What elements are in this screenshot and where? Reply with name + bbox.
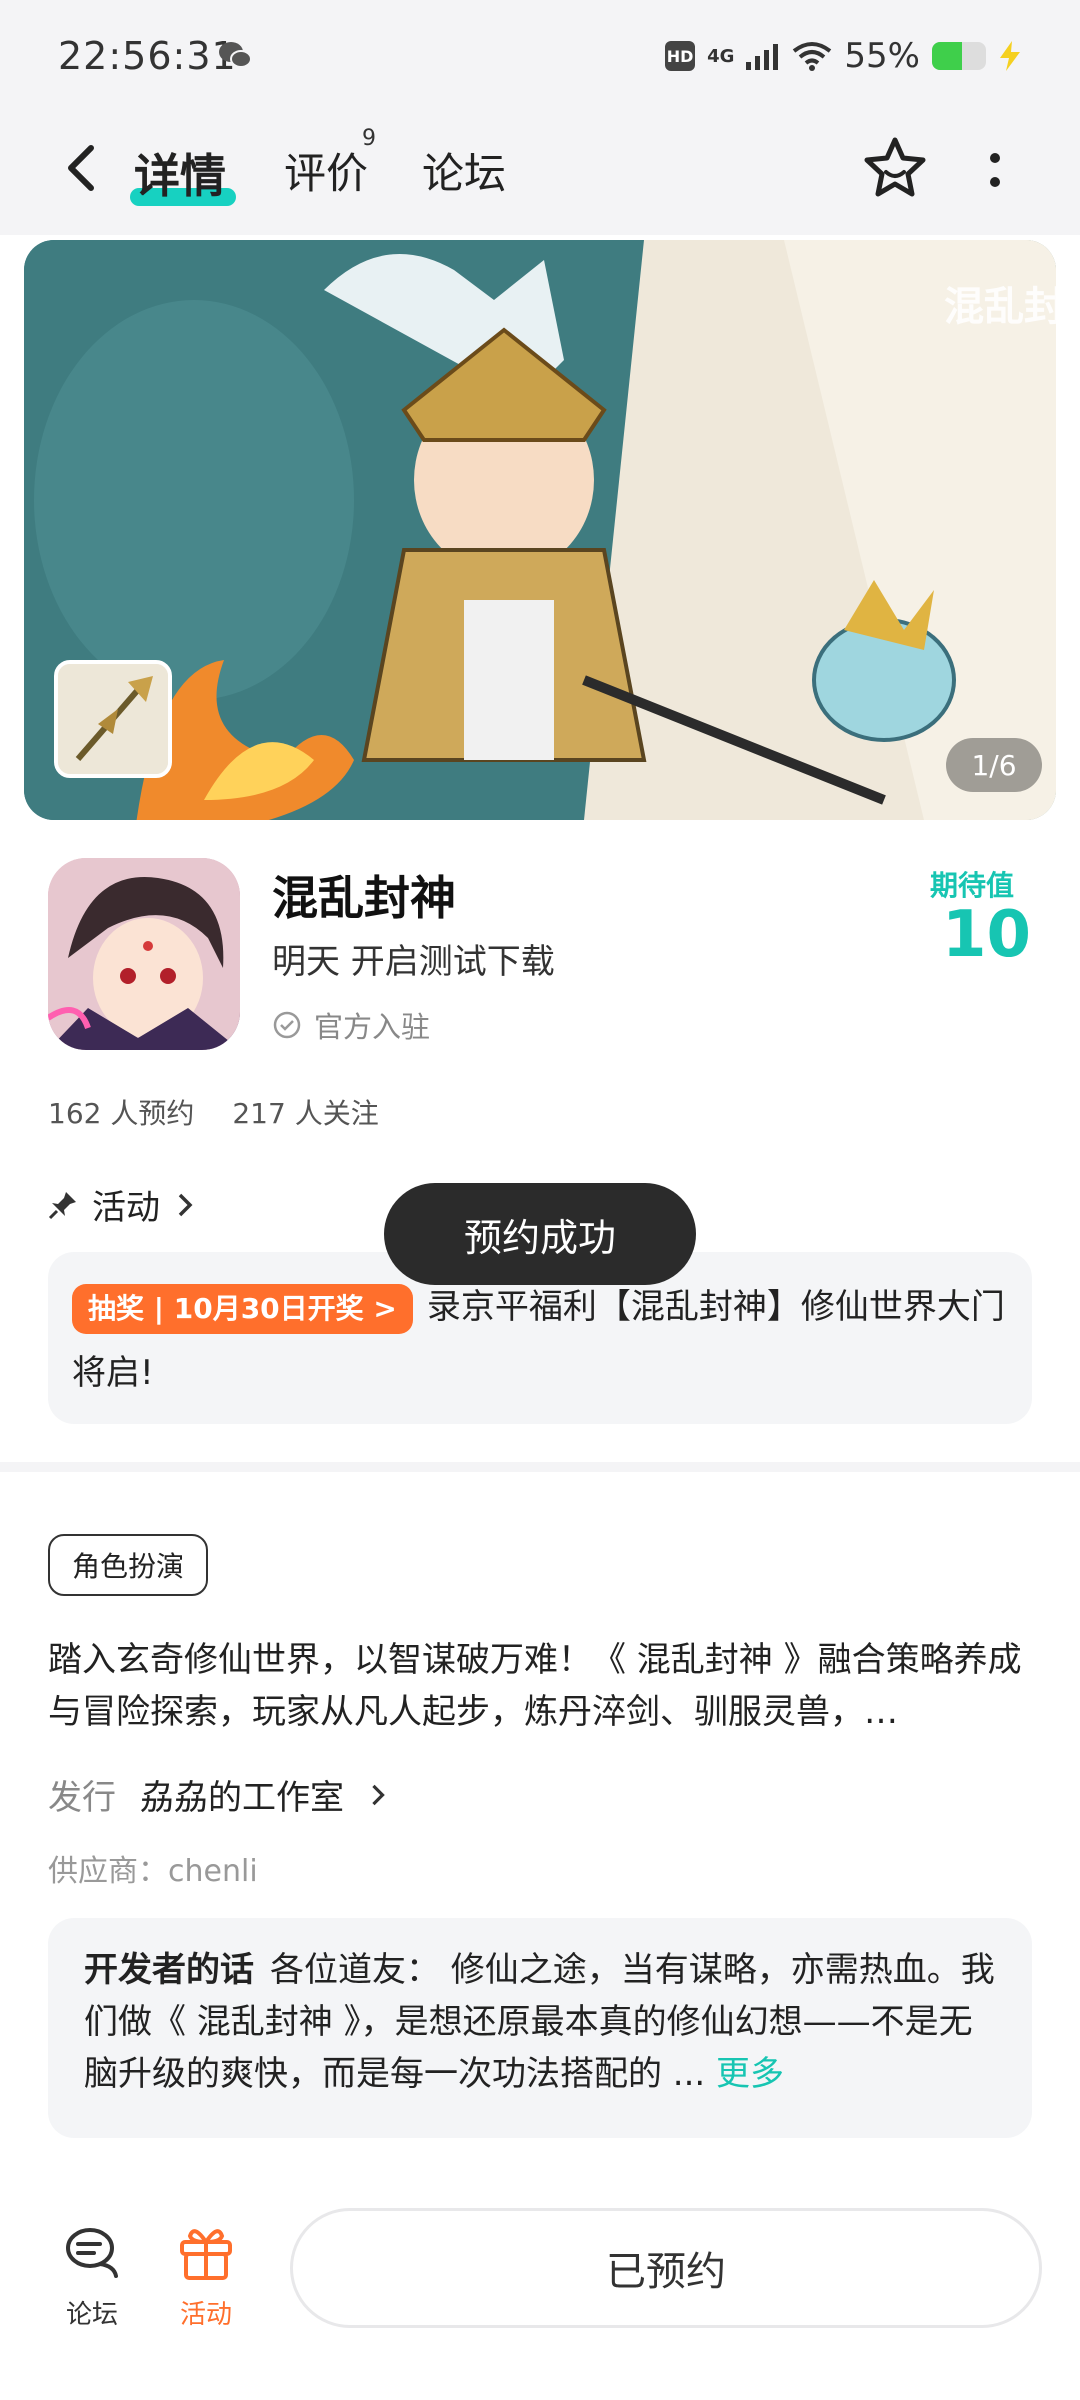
toast-message: 预约成功: [384, 1183, 696, 1285]
game-release-info: 明天 开启测试下载: [272, 942, 555, 982]
game-app-icon: [48, 858, 240, 1050]
app-page: 22:56:31 HD 4G 55% 详情 评价 9 论坛 混乱封 1/6 混乱…: [0, 0, 1080, 2400]
activity-header-label: 活动: [92, 1188, 160, 1228]
publisher-label: 发行: [48, 1778, 116, 1818]
publisher-row[interactable]: 发行 劦劦的工作室: [48, 1770, 388, 1819]
game-description[interactable]: 踏入玄奇修仙世界，以智谋破万难！《 混乱封神 》融合策略养成与冒险探索，玩家从凡…: [48, 1634, 1032, 1738]
gift-icon: [180, 2229, 232, 2280]
network-type: 4G: [707, 45, 735, 67]
carousel-counter: 1/6: [946, 738, 1042, 792]
charging-icon: [1000, 41, 1020, 71]
tab-details[interactable]: 详情: [134, 140, 226, 206]
reservation-stats: 162 人预约 217 人关注: [48, 1092, 379, 1132]
more-options-icon[interactable]: [980, 146, 1010, 196]
hd-badge: HD: [665, 41, 696, 71]
reserved-button[interactable]: 已预约: [290, 2208, 1042, 2328]
reviews-count-badge: 9: [362, 126, 376, 151]
chevron-right-icon: [178, 1193, 193, 1216]
bottom-activity-label: 活动: [179, 2300, 232, 2330]
signal-icon: [746, 44, 779, 70]
battery-icon: [932, 42, 986, 70]
supplier-info: 供应商：chenli: [48, 1854, 258, 1889]
status-time: 22:56:31: [58, 34, 237, 78]
developer-note-label: 开发者的话: [84, 1950, 254, 1990]
lottery-tag[interactable]: 抽奖 | 10月30日开奖 >: [72, 1283, 413, 1334]
status-icons: HD 4G 55%: [665, 36, 1022, 76]
chevron-right-icon: [372, 1784, 385, 1805]
activity-section-header[interactable]: 活动: [48, 1180, 196, 1229]
status-bar: 22:56:31 HD 4G 55%: [0, 0, 1080, 110]
verified-check-icon: [273, 1011, 301, 1039]
tab-reviews[interactable]: 评价: [284, 140, 368, 201]
bottom-activity-button[interactable]: 活动: [156, 2220, 256, 2331]
banner-thumbnail[interactable]: [54, 660, 172, 778]
game-title: 混乱封神: [272, 871, 456, 925]
bottom-forum-label: 论坛: [65, 2300, 118, 2330]
favorite-star-icon[interactable]: [862, 136, 928, 202]
wifi-icon: [793, 42, 832, 71]
official-label: 官方入驻: [314, 1010, 431, 1044]
developer-note-card[interactable]: 开发者的话 各位道友： 修仙之途，当有谋略，亦需热血。我们做《 混乱封神 》，是想…: [48, 1918, 1032, 2138]
official-badge: 官方入驻: [272, 1004, 430, 1046]
expectation-value: 10: [942, 898, 1032, 972]
top-nav: 详情 评价 9 论坛: [0, 110, 1080, 235]
bottom-forum-button[interactable]: 论坛: [42, 2220, 142, 2331]
activity-text-block: 抽奖 | 10月30日开奖 > 录京平福利【混乱封神】修仙世界大门将启!: [72, 1274, 1016, 1406]
genre-tag[interactable]: 角色扮演: [48, 1534, 209, 1596]
reservation-count: 162 人预约: [48, 1097, 195, 1130]
tab-forum[interactable]: 论坛: [422, 140, 506, 201]
wechat-icon: [219, 42, 252, 68]
developer-note-text: 开发者的话 各位道友： 修仙之途，当有谋略，亦需热血。我们做《 混乱封神 》，是想…: [84, 1944, 1004, 2100]
screenshot-carousel[interactable]: 混乱封神 1/6: [24, 240, 1056, 820]
publisher-name: 劦劦的工作室: [140, 1778, 344, 1818]
more-link[interactable]: 更多: [716, 2054, 784, 2094]
svg-text:混乱封神: 混乱封神: [944, 283, 1056, 330]
battery-fill: [932, 42, 962, 70]
banner-artwork: 混乱封神: [24, 240, 1056, 820]
back-arrow-icon[interactable]: [55, 140, 111, 196]
battery-percent: 55%: [844, 36, 920, 76]
forum-chat-icon: [66, 2228, 118, 2278]
weapon-thumbnail-image: [58, 664, 168, 774]
game-character-image: [48, 858, 240, 1050]
follower-count: 217 人关注: [232, 1097, 379, 1130]
pin-icon: [48, 1191, 76, 1219]
section-divider: [0, 1462, 1080, 1472]
